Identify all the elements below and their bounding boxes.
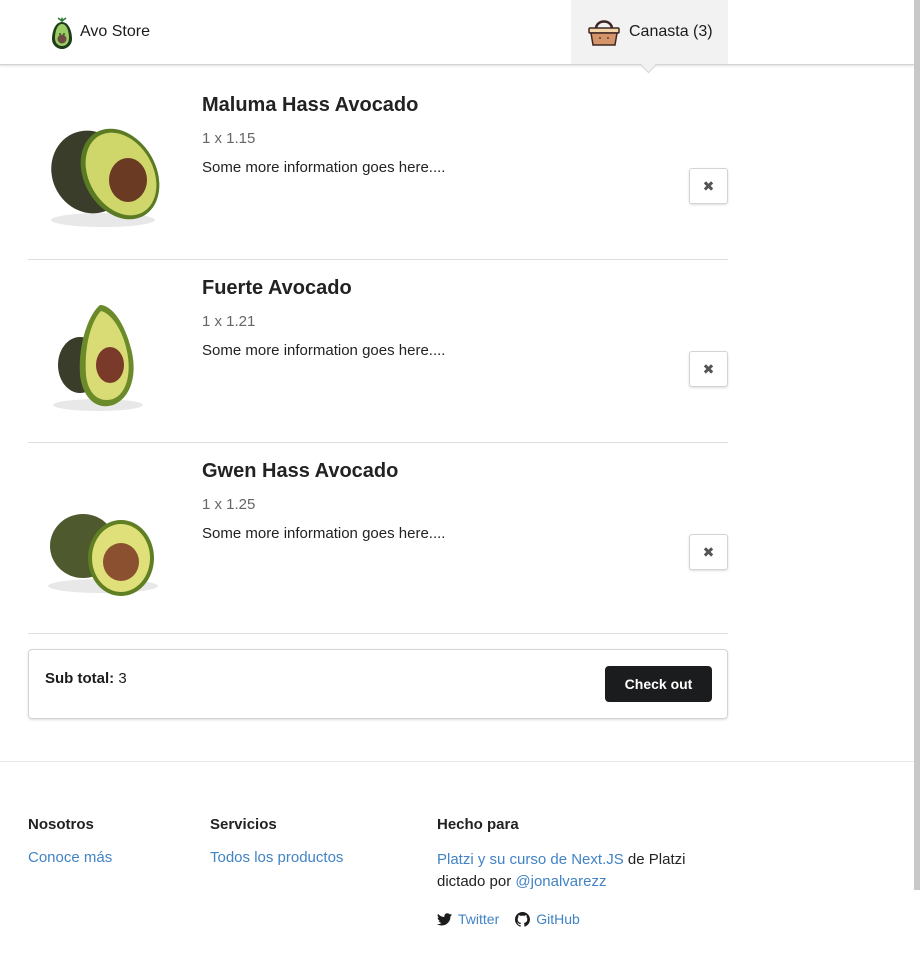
cart-link[interactable]: Canasta (3) <box>571 0 728 64</box>
subtotal-label: Sub total: <box>45 670 115 687</box>
footer-heading: Nosotros <box>28 816 94 833</box>
cart-item: Gwen Hass Avocado 1 x 1.25 Some more inf… <box>28 436 728 625</box>
home-link[interactable]: Avo Store <box>50 14 150 50</box>
remove-item-button[interactable]: ✖ <box>689 534 728 570</box>
product-image <box>51 128 160 227</box>
product-name[interactable]: Maluma Hass Avocado <box>202 94 418 117</box>
footer-heading: Servicios <box>210 816 277 833</box>
author-link[interactable]: @jonalvarezz <box>515 873 606 890</box>
product-name[interactable]: Gwen Hass Avocado <box>202 460 398 483</box>
cart-label: Canasta (3) <box>629 23 713 40</box>
product-image <box>48 514 158 596</box>
credits-line-2: dictado por @jonalvarezz <box>437 871 685 893</box>
github-icon <box>515 911 531 927</box>
cart-item: Fuerte Avocado 1 x 1.21 Some more inform… <box>28 253 728 442</box>
product-quantity: 1 x 1.15 <box>202 130 256 147</box>
cart-summary: Sub total: 3 Check out <box>28 649 728 719</box>
credits-line-1: Platzi y su curso de Next.JS de Platzi <box>437 849 685 871</box>
platzi-course-link[interactable]: Platzi y su curso de Next.JS <box>437 851 624 868</box>
twitter-icon <box>437 912 452 925</box>
product-quantity: 1 x 1.25 <box>202 496 256 513</box>
product-quantity: 1 x 1.21 <box>202 313 256 330</box>
product-name[interactable]: Fuerte Avocado <box>202 277 352 300</box>
item-divider <box>28 633 728 634</box>
close-icon: ✖ <box>702 543 715 560</box>
remove-item-button[interactable]: ✖ <box>689 351 728 387</box>
credits-text: dictado por <box>437 873 516 890</box>
product-description: Some more information goes here.... <box>202 342 446 359</box>
checkout-button[interactable]: Check out <box>605 666 712 702</box>
page-scrollbar[interactable] <box>914 0 920 890</box>
close-icon: ✖ <box>702 177 715 194</box>
twitter-link[interactable]: Twitter <box>458 911 499 927</box>
cart-item: Maluma Hass Avocado 1 x 1.15 Some more i… <box>28 70 728 259</box>
footer-divider <box>0 761 914 762</box>
product-image <box>53 305 143 411</box>
footer-column-hecho-para: Hecho para Platzi y su curso de Next.JS … <box>437 816 685 927</box>
close-icon: ✖ <box>702 360 715 377</box>
remove-item-button[interactable]: ✖ <box>689 168 728 204</box>
social-links: Twitter GitHub <box>437 911 685 927</box>
brand-name: Avo Store <box>80 23 150 40</box>
about-link[interactable]: Conoce más <box>28 849 112 866</box>
footer-heading: Hecho para <box>437 816 519 833</box>
all-products-link[interactable]: Todos los productos <box>210 849 343 866</box>
credits-text: de Platzi <box>623 851 686 868</box>
product-description: Some more information goes here.... <box>202 159 446 176</box>
top-navbar: Avo Store Canasta (3) <box>0 0 914 74</box>
subtotal-value: 3 <box>114 670 127 687</box>
subtotal: Sub total: 3 <box>45 670 127 687</box>
basket-icon <box>588 20 620 46</box>
avocado-logo-icon <box>52 17 72 49</box>
footer-column-nosotros: Nosotros Conoce más <box>28 816 112 866</box>
product-description: Some more information goes here.... <box>202 525 446 542</box>
github-link[interactable]: GitHub <box>536 911 580 927</box>
footer-column-servicios: Servicios Todos los productos <box>210 816 343 866</box>
